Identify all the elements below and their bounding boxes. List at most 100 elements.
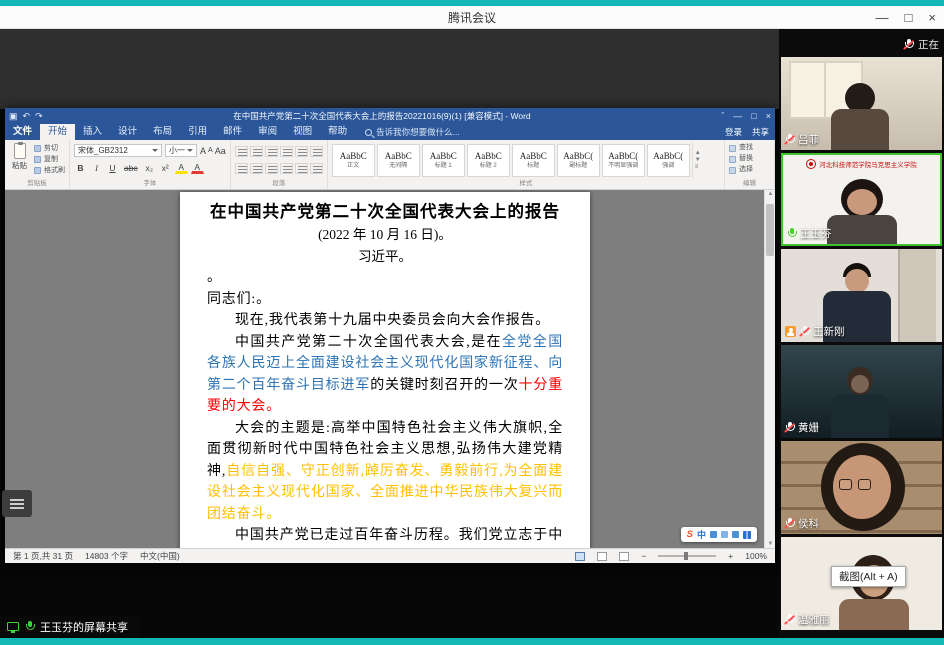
tab-file[interactable]: 文件 <box>5 124 40 140</box>
font-format-button-7[interactable]: A <box>191 161 204 174</box>
zoom-in-button[interactable]: + <box>728 551 733 561</box>
scroll-up-icon[interactable]: ▲ <box>765 191 775 197</box>
maximize-button[interactable]: □ <box>905 10 913 25</box>
font-format-button-3[interactable]: abc <box>122 161 140 174</box>
scrollbar-thumb[interactable] <box>766 204 774 256</box>
tab-0[interactable]: 开始 <box>40 124 75 140</box>
font-size-tool-1[interactable]: A <box>208 147 213 154</box>
document-page[interactable]: 在中国共产党第二十次全国代表大会上的报告 (2022 年 10 月 16 日)。… <box>180 192 590 548</box>
ime-keyboard-icon[interactable] <box>732 531 739 538</box>
style-item-0[interactable]: AaBbC正文 <box>332 144 375 177</box>
language-indicator[interactable]: 中文(中国) <box>140 550 180 562</box>
ime-pen-icon[interactable] <box>710 531 717 538</box>
print-layout-icon[interactable] <box>597 552 607 561</box>
page-indicator[interactable]: 第 1 页,共 31 页 <box>13 550 73 562</box>
participant-name: 吕菲 <box>798 132 819 147</box>
tab-7[interactable]: 视图 <box>285 124 320 140</box>
participant-name: 侯科 <box>798 516 819 531</box>
ribbon-collapse-icon[interactable]: ˆ <box>721 111 724 121</box>
document-canvas[interactable]: 在中国共产党第二十次全国代表大会上的报告 (2022 年 10 月 16 日)。… <box>5 190 775 548</box>
style-item-1[interactable]: AaBbC无间隔 <box>377 144 420 177</box>
font-format-button-6[interactable]: A <box>175 161 188 174</box>
word-minimize-button[interactable]: — <box>733 111 742 121</box>
paragraph-tool-icon[interactable] <box>280 146 293 157</box>
word-close-button[interactable]: × <box>766 111 771 121</box>
recording-indicator[interactable]: 正在 <box>904 37 939 52</box>
tab-5[interactable]: 邮件 <box>215 124 250 140</box>
web-layout-icon[interactable] <box>619 552 629 561</box>
paragraph-tool-icon[interactable] <box>295 146 308 157</box>
gallery-up-icon[interactable]: ▲ <box>695 150 701 156</box>
zoom-level[interactable]: 100% <box>745 551 767 561</box>
style-item-6[interactable]: AaBbC(不明显强调 <box>602 144 645 177</box>
video-tile[interactable]: 侯科 <box>781 441 942 534</box>
document-paragraph: 现在,我代表第十九届中央委员会向大会作报告。 <box>207 310 563 332</box>
font-format-button-4[interactable]: x₂ <box>143 161 156 174</box>
video-tile[interactable]: 黄姗 <box>781 345 942 438</box>
style-item-4[interactable]: AaBbC标题 <box>512 144 555 177</box>
font-size-select[interactable]: 小一 <box>165 144 197 157</box>
font-name-select[interactable]: 宋体_GB2312 <box>74 144 162 157</box>
paragraph-tool-icon[interactable] <box>250 163 263 174</box>
paragraph-tool-icon[interactable] <box>310 163 323 174</box>
style-item-7[interactable]: AaBbC(强调 <box>647 144 690 177</box>
tab-2[interactable]: 设计 <box>110 124 145 140</box>
vertical-scrollbar[interactable]: ▲ ▼ <box>764 190 775 548</box>
format-painter-button[interactable]: 格式刷 <box>34 165 65 176</box>
cut-button[interactable]: 剪切 <box>34 143 65 154</box>
tab-8[interactable]: 帮助 <box>320 124 355 140</box>
undo-icon[interactable]: ↶ <box>23 111 31 122</box>
font-format-button-2[interactable]: U <box>106 161 119 174</box>
minimize-button[interactable]: — <box>876 10 889 25</box>
tab-1[interactable]: 插入 <box>75 124 110 140</box>
paragraph-tool-icon[interactable] <box>310 146 323 157</box>
tab-6[interactable]: 审阅 <box>250 124 285 140</box>
video-tile[interactable]: 吕菲 <box>781 57 942 150</box>
paragraph-tool-icon[interactable] <box>250 146 263 157</box>
share-button[interactable]: 共享 <box>752 126 769 138</box>
tab-4[interactable]: 引用 <box>180 124 215 140</box>
video-tile-active-speaker[interactable]: 河北科技师范学院马克思主义学院 王玉芬 <box>781 153 942 246</box>
ime-logo[interactable]: S <box>687 529 693 540</box>
font-size-tool-0[interactable]: A <box>200 146 206 156</box>
ime-toolbox-icon[interactable] <box>743 531 751 539</box>
login-button[interactable]: 登录 <box>725 126 742 138</box>
zoom-out-button[interactable]: − <box>641 551 646 561</box>
paste-button[interactable]: 粘贴 <box>9 142 30 177</box>
paragraph-tool-icon[interactable] <box>280 163 293 174</box>
read-mode-icon[interactable] <box>575 552 585 561</box>
tab-3[interactable]: 布局 <box>145 124 180 140</box>
font-format-button-0[interactable]: B <box>74 161 87 174</box>
tellme-box[interactable]: 告诉我你想要做什么... <box>365 124 460 140</box>
select-button[interactable]: 选择 <box>729 165 770 175</box>
save-icon[interactable]: ▣ <box>9 111 18 122</box>
style-item-2[interactable]: AaBbC标题 1 <box>422 144 465 177</box>
font-size-tool-2[interactable]: Aa <box>215 146 226 156</box>
gallery-down-icon[interactable]: ▼ <box>695 157 701 163</box>
redo-icon[interactable]: ↷ <box>35 111 43 122</box>
paragraph-tool-icon[interactable] <box>265 146 278 157</box>
paragraph-tool-icon[interactable] <box>265 163 278 174</box>
paragraph-tool-icon[interactable] <box>235 146 248 157</box>
gallery-more-icon[interactable]: ≡ <box>695 164 701 170</box>
find-button[interactable]: 查找 <box>729 143 770 153</box>
zoom-knob[interactable] <box>684 552 688 560</box>
paragraph-tool-icon[interactable] <box>235 163 248 174</box>
paragraph-tool-icon[interactable] <box>295 163 308 174</box>
style-item-5[interactable]: AaBbC(副标题 <box>557 144 600 177</box>
style-item-3[interactable]: AaBbC标题 2 <box>467 144 510 177</box>
copy-button[interactable]: 复制 <box>34 154 65 165</box>
close-button[interactable]: × <box>928 10 936 25</box>
replace-button[interactable]: 替换 <box>729 154 770 164</box>
video-tile[interactable]: 王新刚 <box>781 249 942 342</box>
scroll-down-icon[interactable]: ▼ <box>765 541 775 547</box>
zoom-slider[interactable] <box>658 555 716 557</box>
word-count[interactable]: 14803 个字 <box>85 550 128 562</box>
ime-mic-icon[interactable] <box>721 531 728 538</box>
font-format-button-1[interactable]: I <box>90 161 103 174</box>
ime-mode-chinese[interactable]: 中 <box>697 528 706 541</box>
word-restore-button[interactable]: □ <box>751 111 756 121</box>
ime-toolbar[interactable]: S 中 <box>681 527 757 542</box>
font-format-button-5[interactable]: x² <box>159 161 172 174</box>
sidebar-toggle-button[interactable] <box>2 490 32 517</box>
